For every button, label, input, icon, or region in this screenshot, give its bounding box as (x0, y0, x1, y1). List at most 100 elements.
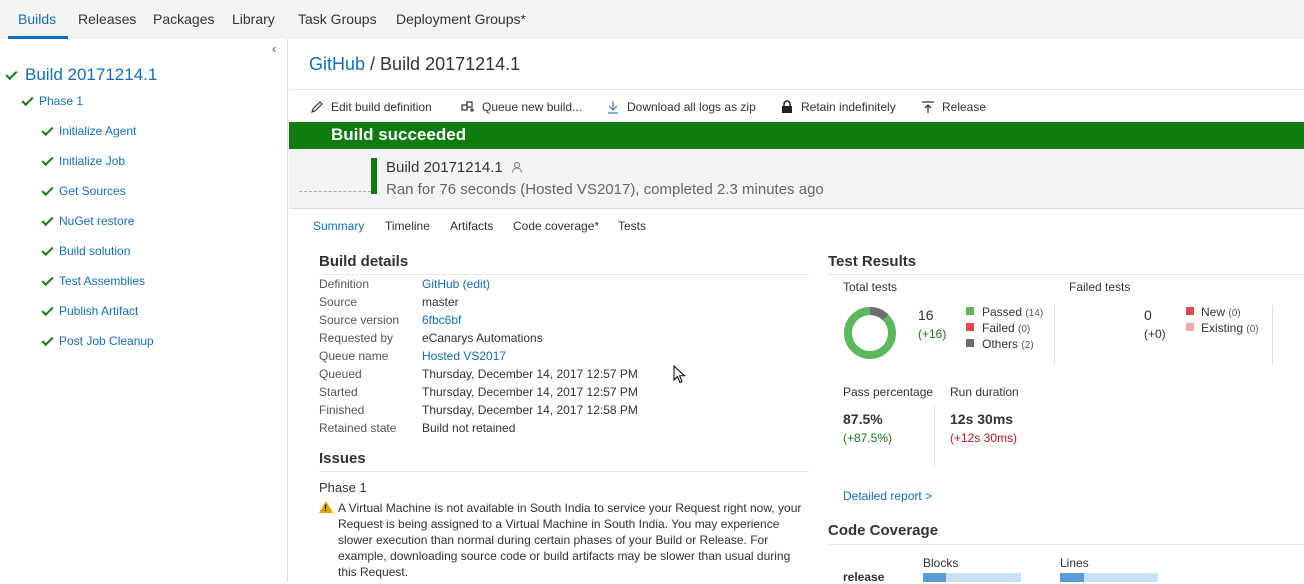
detailed-report-link[interactable]: Detailed report > (843, 489, 932, 503)
checkmark-icon (41, 123, 54, 137)
detail-value: Thursday, December 14, 2017 12:58 PM (422, 403, 638, 417)
tab-task-groups[interactable]: Task Groups (298, 0, 377, 39)
build-title-text: Build 20171214.1 (386, 159, 503, 176)
sidebar-item-label: Test Assemblies (59, 274, 146, 288)
download-icon (608, 101, 618, 114)
sidebar-item-label: Publish Artifact (59, 304, 139, 318)
lines-label: Lines (1060, 556, 1089, 570)
detail-key: Queued (319, 367, 362, 381)
divider (319, 274, 809, 275)
pass-percentage-value: 87.5% (843, 411, 883, 427)
lock-icon (782, 100, 792, 113)
detail-key: Finished (319, 403, 365, 417)
toolbar: Edit build definition Queue new build...… (289, 89, 1304, 122)
detail-key: Definition (319, 277, 370, 291)
legend-label: Passed (982, 305, 1023, 319)
divider (319, 471, 809, 472)
tab-builds[interactable]: Builds (18, 0, 56, 39)
tab-code-coverage[interactable]: Code coverage* (513, 219, 599, 233)
divider (934, 405, 935, 467)
pencil-icon (311, 101, 323, 113)
lines-coverage-fill (1060, 573, 1084, 582)
collapse-sidebar-button[interactable]: ‹ (272, 41, 276, 56)
issue-phase-label: Phase 1 (319, 480, 367, 495)
legend-label: Others (982, 337, 1019, 351)
divider (828, 544, 1304, 545)
build-subtitle: Ran for 76 seconds (Hosted VS2017), comp… (386, 181, 824, 198)
legend-others: Others (2) (982, 337, 1034, 351)
legend-label: Failed (982, 321, 1015, 335)
breadcrumb-project-link[interactable]: GitHub (309, 54, 365, 74)
tab-tests[interactable]: Tests (618, 219, 646, 233)
run-duration-delta: (+12s 30ms) (950, 431, 1018, 445)
legend-existing-swatch (1186, 323, 1194, 331)
retain-label: Retain indefinitely (801, 100, 896, 114)
mouse-cursor-icon (673, 365, 686, 384)
tab-packages[interactable]: Packages (153, 0, 214, 39)
legend-label: New (1201, 305, 1226, 319)
test-donut-chart (844, 307, 896, 359)
detail-value: eCanarys Automations (422, 331, 543, 345)
legend-count: (2) (1021, 340, 1034, 351)
download-label: Download all logs as zip (627, 100, 756, 114)
breadcrumb: GitHub / Build 20171214.1 (309, 54, 520, 75)
edit-label: Edit build definition (331, 100, 432, 114)
legend-failed-swatch (966, 323, 974, 331)
legend-new-swatch (1186, 307, 1194, 315)
blocks-coverage-bar (923, 573, 1021, 582)
release-label: Release (942, 100, 987, 114)
tab-deployment-groups[interactable]: Deployment Groups* (396, 0, 526, 39)
sidebar-item-label: Phase 1 (39, 94, 84, 108)
detail-key: Queue name (319, 349, 389, 363)
detail-value: Build not retained (422, 421, 516, 435)
definition-link[interactable]: GitHub (edit) (422, 277, 490, 291)
checkmark-icon (21, 93, 34, 107)
checkmark-icon (41, 153, 54, 167)
breadcrumb-separator: / (365, 54, 381, 74)
detail-key: Retained state (319, 421, 397, 435)
tab-summary[interactable]: Summary (313, 219, 364, 233)
queue-label: Queue new build... (482, 100, 583, 114)
blocks-coverage-fill (923, 573, 946, 582)
build-status-banner: Build succeeded (289, 122, 1304, 149)
breadcrumb-build: Build 20171214.1 (380, 54, 521, 74)
legend-count: (0) (1018, 324, 1031, 335)
queue-icon (461, 101, 474, 112)
source-version-link[interactable]: 6fbc6bf (422, 313, 461, 327)
warning-icon-mark: ! (324, 503, 327, 513)
pass-percentage-label: Pass percentage (843, 385, 934, 399)
detail-value: Thursday, December 14, 2017 12:57 PM (422, 367, 638, 381)
tab-releases[interactable]: Releases (78, 0, 136, 39)
sidebar-item-label: Initialize Agent (59, 124, 137, 138)
detail-key: Source version (319, 313, 400, 327)
tab-library[interactable]: Library (232, 0, 275, 39)
detail-value: Thursday, December 14, 2017 12:57 PM (422, 385, 638, 399)
total-tests-delta: (+16) (918, 327, 947, 341)
legend-label: Existing (1201, 321, 1244, 335)
failed-tests-label: Failed tests (1069, 280, 1131, 294)
legend-others-swatch (966, 339, 974, 347)
build-summary-main: GitHub / Build 20171214.1 Edit build def… (289, 39, 1304, 584)
checkmark-icon (41, 183, 54, 197)
legend-passed: Passed (14) (982, 305, 1043, 319)
legend-count: (0) (1228, 308, 1241, 319)
sidebar-item-label: NuGet restore (59, 214, 135, 228)
release-icon (922, 101, 934, 113)
detail-value: master (422, 295, 459, 309)
pass-percentage-delta: (+87.5%) (843, 431, 893, 445)
build-title: Build 20171214.1 (386, 159, 523, 176)
run-duration-value: 12s 30ms (950, 411, 1014, 427)
queue-name-link[interactable]: Hosted VS2017 (422, 349, 506, 363)
lines-coverage-bar (1060, 573, 1158, 582)
checkmark-icon (41, 273, 54, 287)
legend-failed: Failed (0) (982, 321, 1030, 335)
sidebar-item-label: Initialize Job (59, 154, 126, 168)
build-steps-sidebar: ‹ Build 20171214.1 Phase 1 Initialize Ag… (0, 39, 288, 582)
total-tests-value: 16 (918, 307, 934, 323)
tab-artifacts[interactable]: Artifacts (450, 219, 493, 233)
checkmark-icon (41, 213, 54, 227)
top-nav: Builds Releases Packages Library Task Gr… (0, 0, 1304, 39)
failed-tests-delta: (+0) (1144, 327, 1166, 341)
tab-timeline[interactable]: Timeline (385, 219, 430, 233)
legend-existing: Existing (0) (1201, 321, 1259, 335)
